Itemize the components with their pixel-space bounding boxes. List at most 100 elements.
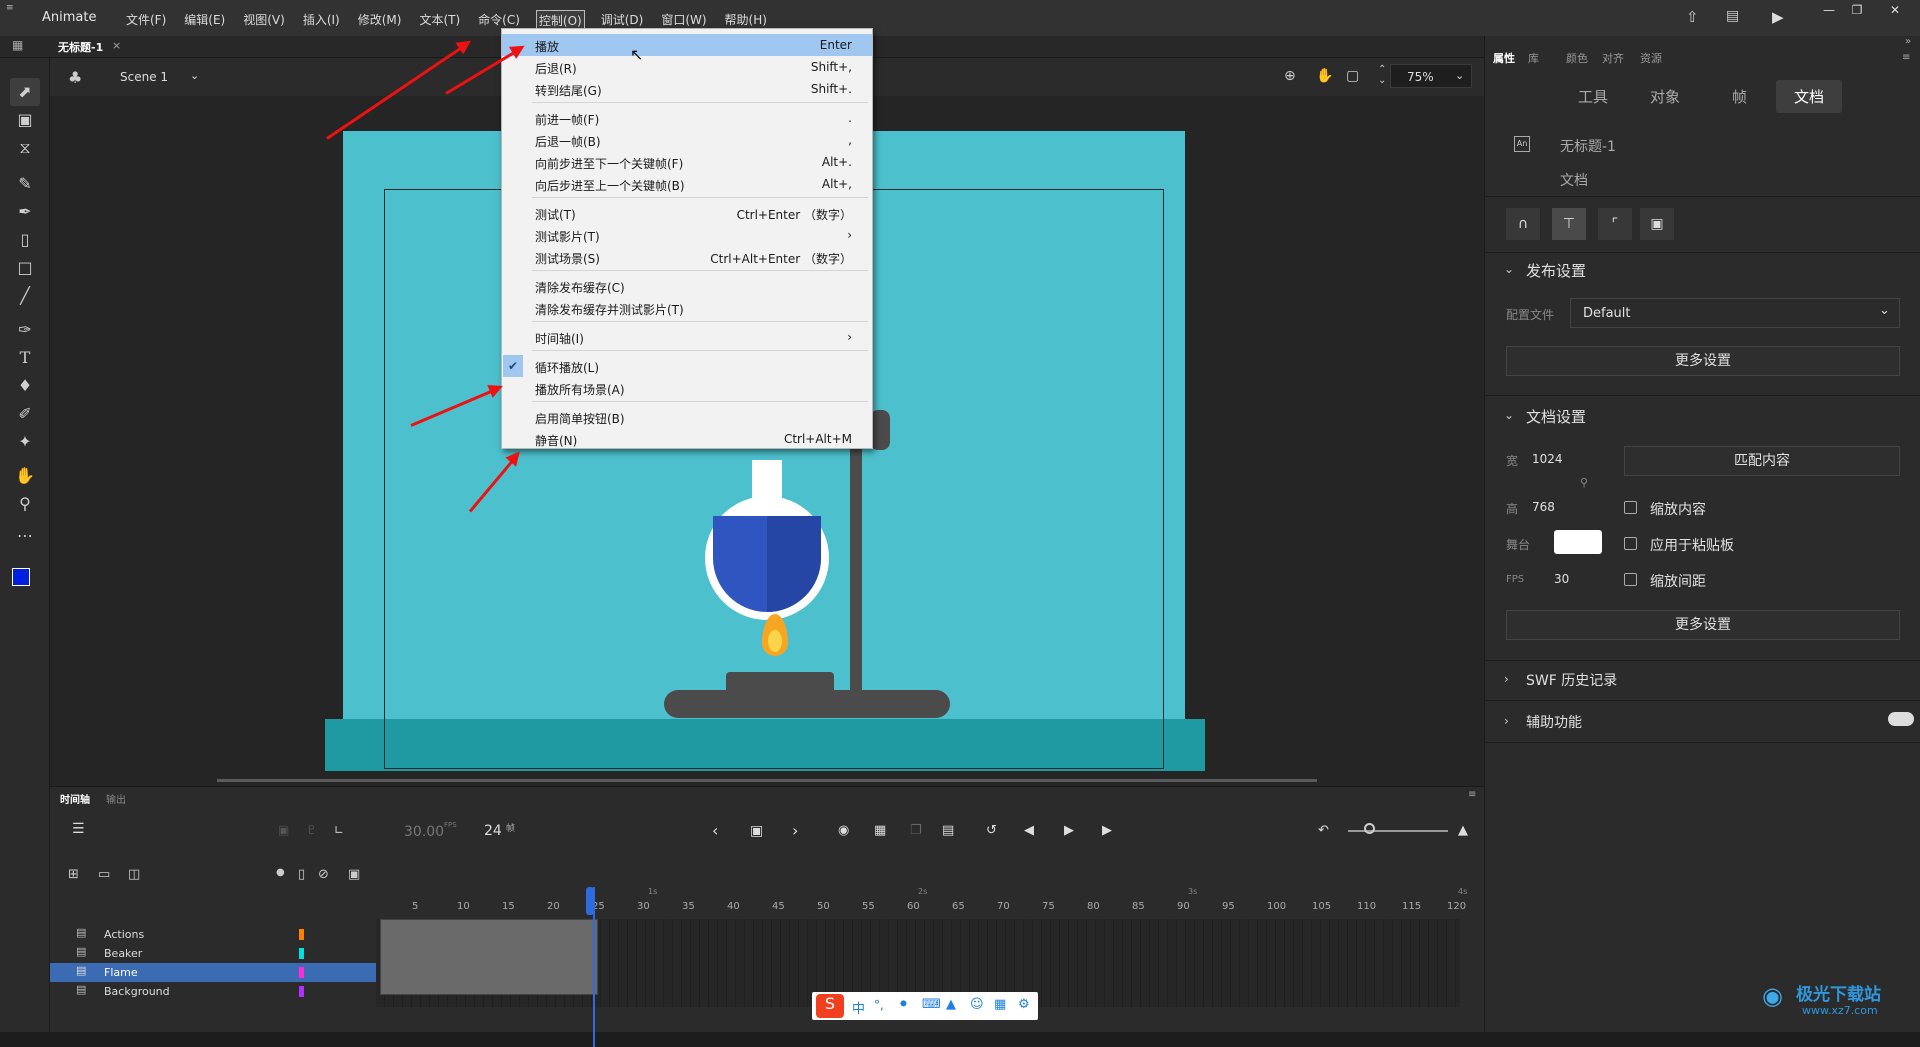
profile-select[interactable]: Default ⌄ — [1570, 298, 1900, 328]
document-tab[interactable]: 无标题-1 — [58, 39, 103, 55]
brush-icon[interactable]: ✒ — [10, 198, 40, 226]
undo-icon[interactable]: ↶ — [1318, 823, 1329, 838]
swf-history-title[interactable]: SWF 历史记录 — [1526, 670, 1617, 690]
scene-chevron-icon[interactable]: ⌄ — [190, 69, 199, 82]
subtab-tool[interactable]: 工具 — [1578, 86, 1608, 107]
sogou-icon[interactable]: S — [816, 994, 844, 1018]
menu-item-play[interactable]: 播放 Enter — [502, 34, 872, 56]
menu-item-mute[interactable]: 静音(N) Ctrl+Alt+M — [502, 428, 872, 450]
lock-all-icon[interactable]: ▣ — [348, 867, 360, 882]
swf-history-chevron-icon[interactable]: › — [1504, 672, 1509, 686]
step-forward-icon[interactable]: ▶ — [1102, 823, 1112, 838]
link-dimensions-icon[interactable]: ⚲ — [1580, 476, 1588, 489]
accessibility-chevron-icon[interactable]: › — [1504, 714, 1509, 728]
stroke-color-swatch[interactable] — [12, 568, 30, 586]
menu-view[interactable]: 视图(V) — [241, 10, 287, 31]
scene-name[interactable]: Scene 1 — [120, 70, 168, 84]
pin-icon[interactable]: ✦ — [10, 428, 40, 456]
highlight-icon[interactable]: ● — [276, 867, 285, 878]
line-icon[interactable]: ╱ — [10, 282, 40, 310]
rotate-stage-icon[interactable]: ✋ — [1316, 68, 1333, 84]
document-settings-title[interactable]: 文档设置 — [1526, 406, 1586, 427]
layer-color[interactable] — [299, 929, 304, 940]
menu-insert[interactable]: 插入(I) — [301, 10, 342, 31]
parent-icon[interactable]: ♇ — [306, 823, 317, 837]
menu-item-test[interactable]: 测试(T) Ctrl+Enter （数字） — [502, 202, 872, 224]
menu-item-timeline[interactable]: 时间轴(I) › — [502, 326, 872, 348]
delete-layer-icon[interactable]: ◫ — [128, 867, 140, 882]
eraser-icon[interactable]: ▯ — [10, 226, 40, 254]
loop-icon[interactable]: ↺ — [986, 823, 997, 838]
menu-item-enable-simple-buttons[interactable]: 启用简单按钮(B) — [502, 406, 872, 428]
subtab-document[interactable]: 文档 — [1776, 80, 1843, 113]
menu-item-clear-cache-test[interactable]: 清除发布缓存并测试影片(T) — [502, 297, 872, 319]
corner-icon[interactable]: ⌜ — [1598, 208, 1632, 240]
app-menu-icon[interactable]: ≡ — [6, 3, 14, 13]
menu-item-rewind[interactable]: 后退(R) Shift+, — [502, 56, 872, 78]
tab-assets[interactable]: 资源 — [1640, 50, 1662, 66]
step-back-icon[interactable]: ◀ — [1024, 823, 1034, 838]
accessibility-toggle[interactable] — [1888, 712, 1914, 726]
pen-icon[interactable]: ✑ — [10, 316, 40, 344]
menu-text[interactable]: 文本(T) — [417, 10, 462, 31]
onion-skin-icon[interactable]: ◉ — [838, 823, 849, 838]
prev-icon[interactable]: ‹ — [712, 821, 718, 840]
new-folder-icon[interactable]: ▭ — [98, 867, 110, 882]
ime-toolbar[interactable]: S 中 °, ⚫ ⌨ ▲ ☺ ▦ ⚙ — [812, 992, 1038, 1020]
lasso-icon[interactable]: ⧖ — [10, 134, 40, 162]
menu-item-step-backward[interactable]: 后退一帧(B), — [502, 129, 872, 151]
more-settings-button[interactable]: 更多设置 — [1506, 346, 1900, 376]
playhead-handle[interactable] — [586, 887, 594, 915]
menu-item-next-keyframe[interactable]: 向前步进至下一个关键帧(F) Alt+. — [502, 151, 872, 173]
settings-icon[interactable]: ⚙ — [1018, 997, 1030, 1012]
ime-punct[interactable]: °, — [874, 998, 884, 1012]
lock-icon[interactable]: ▣ — [1640, 208, 1674, 240]
menu-item-test-scene[interactable]: 测试场景(S) Ctrl+Alt+Enter （数字） — [502, 246, 872, 268]
docsettings-chevron-icon[interactable]: ⌄ — [1504, 408, 1514, 422]
visibility-icon[interactable]: ⊘ — [318, 867, 329, 882]
tab-properties[interactable]: 属性 — [1493, 50, 1515, 66]
accessibility-title[interactable]: 辅助功能 — [1526, 712, 1582, 732]
pin-anchor-icon[interactable]: ⊤ — [1552, 208, 1586, 240]
scale-content-checkbox[interactable] — [1624, 501, 1637, 514]
menu-item-clear-cache[interactable]: 清除发布缓存(C) — [502, 275, 872, 297]
new-layer-icon[interactable]: ⊞ — [68, 867, 79, 882]
more-settings-button-2[interactable]: 更多设置 — [1506, 610, 1900, 640]
frame-zoom-handle[interactable] — [1364, 823, 1375, 834]
eyedropper-icon[interactable]: ✐ — [10, 400, 40, 428]
zoom-stepper-icon[interactable]: ⌃ ⌄ — [1378, 64, 1386, 86]
outline-icon[interactable]: ▯ — [298, 867, 305, 882]
emoji-icon[interactable]: ☺ — [970, 997, 984, 1012]
menu-item-goto-end[interactable]: 转到结尾(G) Shift+. — [502, 78, 872, 100]
fps-display[interactable]: 30.00 — [404, 824, 444, 840]
menu-item-play-all-scenes[interactable]: 播放所有场景(A) — [502, 377, 872, 399]
rectangle-icon[interactable]: □ — [10, 254, 40, 282]
free-transform-icon[interactable]: ▣ — [10, 106, 40, 134]
menu-edit[interactable]: 编辑(E) — [182, 10, 227, 31]
menu-item-test-movie[interactable]: 测试影片(T) › — [502, 224, 872, 246]
restore-icon[interactable]: ❐ — [1842, 0, 1872, 20]
minimize-icon[interactable]: — — [1814, 0, 1844, 20]
test-movie-icon[interactable]: ▶ — [1772, 8, 1784, 26]
toolbox-icon[interactable]: ▦ — [994, 997, 1006, 1012]
insert-keyframe-icon[interactable]: ▣ — [750, 823, 763, 839]
tab-align[interactable]: 对齐 — [1602, 50, 1624, 66]
layers-icon[interactable]: ☰ — [72, 821, 85, 837]
publish-chevron-icon[interactable]: ⌄ — [1504, 262, 1514, 276]
collapse-panel-icon[interactable]: » — [1905, 36, 1911, 47]
camera-icon[interactable]: ▣ — [278, 823, 289, 837]
layer-row-actions[interactable]: ▤ Actions — [50, 925, 426, 944]
layer-color[interactable] — [299, 986, 304, 997]
apply-pasteboard-checkbox[interactable] — [1624, 537, 1637, 550]
scale-spacing-checkbox[interactable] — [1624, 573, 1637, 586]
menu-item-step-forward[interactable]: 前进一帧(F). — [502, 107, 872, 129]
fps-field[interactable]: 30 — [1554, 572, 1569, 586]
match-contents-button[interactable]: 匹配内容 — [1624, 446, 1900, 476]
zoom-field[interactable]: 75% ⌄ — [1390, 64, 1472, 88]
frame-zoom-slider[interactable] — [1348, 830, 1448, 832]
more-tools-icon[interactable]: ⋯ — [10, 522, 40, 550]
layer-color[interactable] — [299, 948, 304, 959]
width-field[interactable]: 1024 — [1532, 452, 1563, 466]
keyboard-icon[interactable]: ⌨ — [922, 997, 941, 1012]
tab-library[interactable]: 库 — [1528, 50, 1539, 66]
